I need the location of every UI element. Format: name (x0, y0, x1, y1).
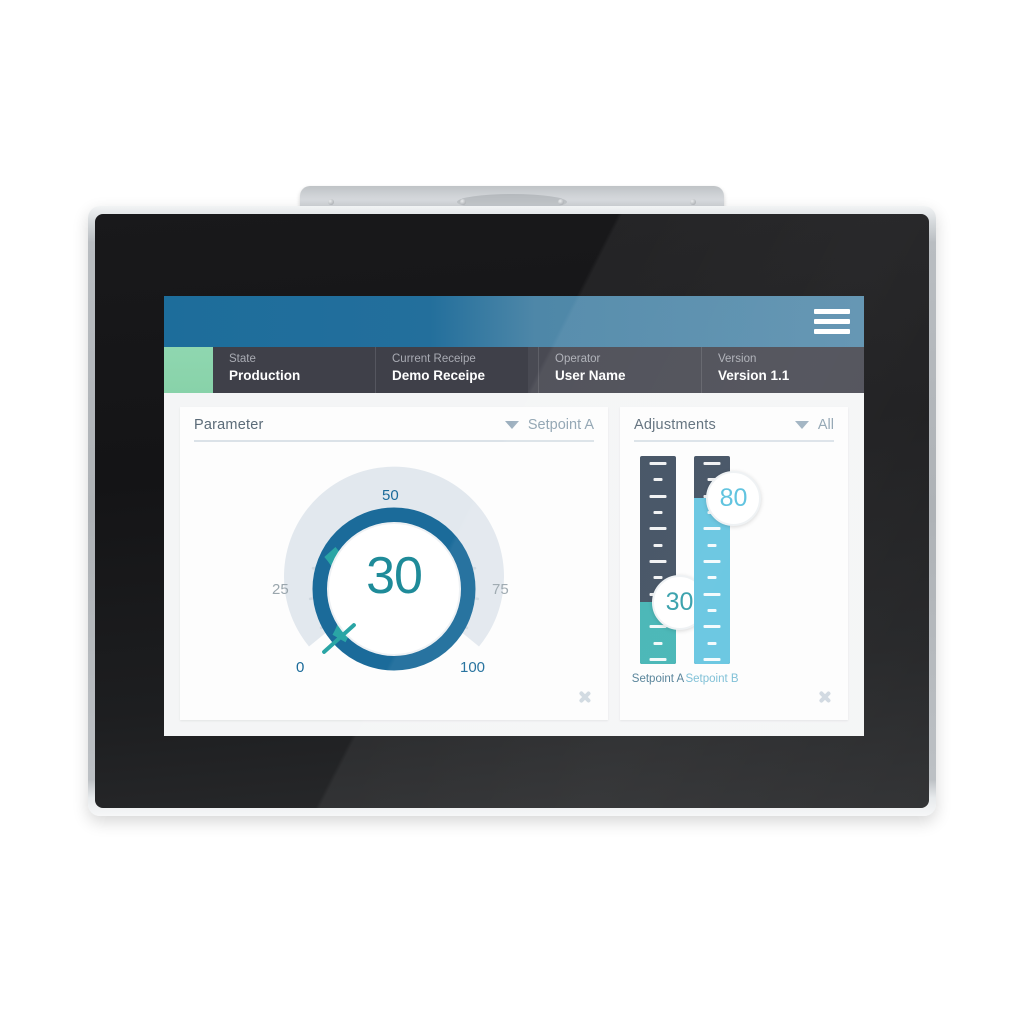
bracket-screw (328, 199, 334, 205)
bracket-screw (690, 199, 696, 205)
slider-label: Setpoint A (631, 673, 685, 685)
gauge-label-25: 25 (272, 580, 289, 598)
status-value: Demo Receipe (392, 368, 486, 383)
parameter-card: Parameter Setpoint A 30 0 25 50 75 100 (180, 407, 608, 720)
status-bar: State Production Current Receipe Demo Re… (164, 347, 864, 393)
chevron-down-icon[interactable] (794, 421, 809, 429)
gauge-label-0: 0 (296, 658, 305, 676)
adjustments-dropdown-value: All (817, 417, 834, 433)
hmi-screen: State Production Current Receipe Demo Re… (164, 296, 864, 736)
status-label: State (229, 353, 256, 365)
status-cell-state[interactable]: State Production (213, 347, 376, 393)
status-value: User Name (555, 368, 626, 383)
parameter-dropdown-value: Setpoint A (527, 417, 594, 433)
status-cell-operator[interactable]: Operator User Name (539, 347, 702, 393)
adjustments-card-header: Adjustments All (634, 417, 834, 442)
parameter-dropdown[interactable]: Setpoint A (504, 417, 594, 433)
status-label: Version (718, 353, 757, 365)
slider-track[interactable]: 30 (640, 456, 707, 664)
slider-label: Setpoint B (685, 673, 739, 685)
state-indicator-block (164, 347, 213, 393)
hamburger-bar (814, 318, 850, 324)
panel-bezel: State Production Current Receipe Demo Re… (88, 206, 936, 816)
status-label: Operator (555, 353, 601, 365)
device-stage: State Production Current Receipe Demo Re… (0, 0, 1024, 1024)
gauge-label-75: 75 (492, 580, 509, 598)
content-area: Parameter Setpoint A 30 0 25 50 75 100 A… (164, 393, 864, 736)
status-label: Current Receipe (392, 353, 476, 365)
status-cell-current-receipe[interactable]: Current Receipe Demo Receipe (376, 347, 539, 393)
parameter-gauge[interactable]: 30 0 25 50 75 100 (264, 464, 524, 689)
hamburger-bar (814, 308, 850, 314)
slider-setpoint-a: 30 Setpoint A (632, 456, 707, 710)
app-header (164, 296, 864, 347)
adjustments-card: Adjustments All 30 Setpoint A 80 Setpoin… (620, 407, 848, 720)
adjustments-card-title: Adjustments (634, 417, 716, 433)
parameter-card-header: Parameter Setpoint A (194, 417, 594, 442)
status-cell-version[interactable]: Version Version 1.1 (702, 347, 864, 393)
hamburger-menu-icon[interactable] (814, 306, 850, 336)
status-value: Version 1.1 (718, 368, 790, 383)
sliders-container: 30 Setpoint A 80 Setpoint B (632, 442, 834, 710)
gauge-label-50: 50 (382, 486, 399, 504)
status-value: Production (229, 368, 301, 383)
slider-track[interactable]: 80 (694, 456, 761, 664)
parameter-card-title: Parameter (194, 417, 264, 433)
hamburger-bar (814, 328, 850, 334)
bracket-screw (460, 199, 466, 205)
adjustments-dropdown[interactable]: All (794, 417, 834, 433)
slider-setpoint-b: 80 Setpoint B (685, 456, 761, 710)
bracket-screw (558, 199, 564, 205)
panel-glass: State Production Current Receipe Demo Re… (95, 214, 929, 808)
slider-value-badge[interactable]: 80 (706, 470, 761, 526)
gauge-value-text: 30 (366, 547, 423, 605)
chevron-right-icon[interactable] (576, 680, 598, 710)
chevron-right-icon[interactable] (816, 680, 838, 710)
chevron-down-icon[interactable] (504, 421, 519, 429)
gauge-container: 30 0 25 50 75 100 (194, 442, 594, 710)
gauge-label-100: 100 (460, 658, 486, 676)
